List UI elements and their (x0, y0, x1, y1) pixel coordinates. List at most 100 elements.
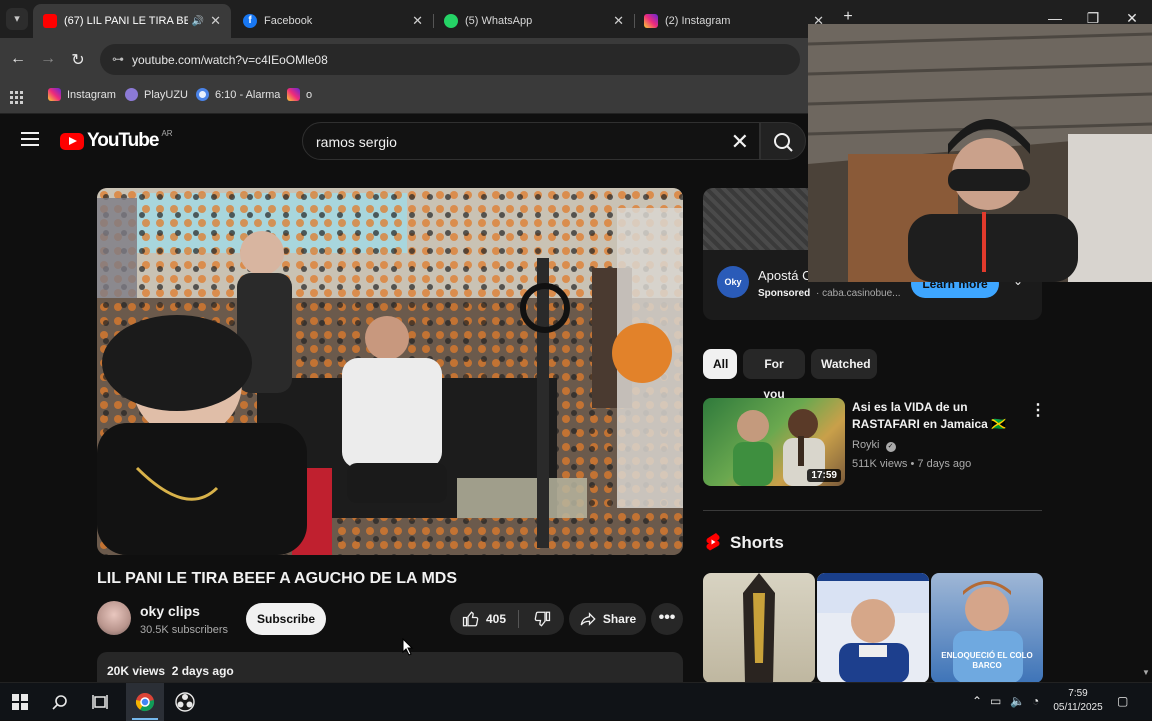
bookmark-instagram[interactable]: Instagram (48, 88, 116, 101)
webcam-image (808, 24, 1152, 282)
short-caption: ENLOQUECIÓ EL COLO BARCO (941, 651, 1033, 670)
video-duration: 17:59 (807, 469, 841, 482)
system-clock[interactable]: 7:59 05/11/2025 (1050, 687, 1106, 715)
bookmark-label: PlayUZU (144, 88, 189, 101)
webcam-overlay (808, 24, 1152, 282)
notifications-icon[interactable]: ▢ (1117, 694, 1128, 708)
network-icon[interactable]: ▭ (990, 694, 1001, 708)
address-bar[interactable]: ⊶ youtube.com/watch?v=c4IEoOMle08 (100, 44, 800, 75)
whatsapp-icon (444, 14, 458, 28)
search-icon (52, 695, 67, 710)
shorts-icon (706, 533, 720, 551)
tab-youtube[interactable]: (67) LIL PANI LE TIRA BEEF A AGUCHO DE L… (33, 4, 231, 38)
youtube-wordmark: YouTube (87, 130, 159, 151)
tab-whatsapp[interactable]: (5) WhatsApp ✕ (434, 4, 634, 38)
start-button[interactable] (8, 691, 32, 713)
short-thumbnail[interactable] (817, 573, 929, 683)
video-meta: 20K views 2 days ago (107, 664, 234, 678)
recommended-thumbnail[interactable]: 17:59 (703, 398, 845, 486)
close-icon[interactable]: ✕ (412, 13, 423, 29)
recommended-meta: 511K views • 7 days ago (852, 458, 972, 470)
share-label: Share (602, 612, 637, 626)
instagram-icon (287, 88, 300, 101)
volume-icon[interactable]: 🔈 (1010, 694, 1025, 708)
search-taskbar-button[interactable] (48, 691, 72, 713)
close-icon[interactable]: ✕ (613, 13, 624, 29)
obs-taskbar-button[interactable] (173, 691, 197, 713)
country-code: AR (161, 128, 173, 138)
tab-search-button[interactable]: ▾ (6, 8, 28, 30)
ad-domain: · caba.casinobue... (816, 288, 901, 299)
channel-avatar[interactable] (97, 601, 131, 635)
tab-title: Facebook (264, 15, 313, 27)
short-thumbnail[interactable]: ENLOQUECIÓ EL COLO BARCO (931, 573, 1043, 683)
windows-taskbar: ⌃ ▭ 🔈 ◔ 7:59 05/11/2025 ▢ (0, 682, 1152, 721)
task-view-icon (92, 695, 108, 709)
wifi-icon[interactable]: ◔ (1032, 694, 1039, 708)
task-view-button[interactable] (88, 691, 112, 713)
view-count: 20K views (107, 664, 166, 678)
playuzu-icon (125, 88, 138, 101)
dislike-button[interactable] (520, 603, 564, 635)
scroll-down-arrow-icon[interactable]: ▼ (1142, 668, 1150, 677)
bookmark-playuzu[interactable]: PlayUZU (125, 88, 188, 101)
youtube-icon (43, 14, 57, 28)
channel-name[interactable]: oky clips (140, 603, 200, 619)
like-count: 405 (485, 612, 507, 626)
chip-all[interactable]: All (703, 349, 737, 379)
pill-divider (518, 610, 519, 628)
share-icon (580, 612, 596, 626)
bookmark-o[interactable]: o (287, 88, 312, 101)
youtube-play-icon (60, 132, 84, 150)
clear-search-icon[interactable]: ✕ (731, 129, 749, 155)
reload-button[interactable]: ↻ (68, 50, 88, 70)
verified-icon: ✓ (885, 442, 896, 452)
video-player[interactable] (97, 188, 683, 555)
mouse-cursor-icon (402, 638, 414, 656)
chrome-taskbar-button[interactable] (133, 691, 157, 713)
recommended-channel-name: Royki (852, 439, 880, 451)
tab-title: (5) WhatsApp (465, 15, 533, 27)
search-input[interactable]: ramos sergio ✕ (302, 122, 760, 160)
like-button[interactable]: 405 (450, 603, 518, 635)
upload-age: 2 days ago (171, 664, 234, 678)
video-frame (97, 188, 683, 555)
forward-button[interactable]: → (38, 50, 58, 68)
ad-title: Apostá C (758, 268, 812, 283)
recommended-channel[interactable]: Royki ✓ (852, 439, 896, 452)
back-button[interactable]: ← (8, 50, 28, 68)
short-image (743, 573, 775, 683)
video-title: LIL PANI LE TIRA BEEF A AGUCHO DE LA MDS (97, 570, 457, 587)
bookmark-label: o (306, 88, 313, 101)
search-icon (774, 133, 793, 152)
tab-facebook[interactable]: f Facebook ✕ (233, 4, 433, 38)
advertiser-logo: Oky (717, 266, 749, 298)
show-hidden-icons-chevron-icon[interactable]: ⌃ (972, 694, 982, 708)
speaker-icon[interactable]: 🔊 (192, 16, 204, 27)
more-actions-button[interactable]: ••• (651, 603, 683, 635)
tab-instagram[interactable]: (2) Instagram ✕ (634, 4, 834, 38)
short-thumbnail[interactable] (703, 573, 815, 683)
subscribe-button[interactable]: Subscribe (246, 603, 326, 635)
share-button[interactable]: Share (569, 603, 646, 635)
site-info-icon[interactable]: ⊶ (112, 52, 124, 66)
chip-watched[interactable]: Watched (811, 349, 877, 379)
close-icon[interactable]: ✕ (210, 13, 221, 29)
obs-icon (175, 692, 195, 712)
recommended-title[interactable]: Asi es la VIDA de un RASTAFARI en Jamaic… (852, 399, 1027, 433)
apps-grid-icon[interactable] (10, 91, 23, 104)
like-dislike-group: 405 (450, 603, 564, 635)
search-button[interactable] (760, 122, 806, 160)
menu-icon[interactable] (21, 132, 39, 146)
youtube-logo[interactable]: YouTube AR (60, 128, 173, 152)
recommended-views: 511K views (852, 458, 908, 470)
ad-sponsored-label: Sponsored (758, 288, 811, 299)
url-text: youtube.com/watch?v=c4IEoOMle08 (132, 53, 328, 67)
more-vertical-icon[interactable]: ⋮ (1030, 400, 1046, 420)
chip-for-you[interactable]: For you (743, 349, 805, 401)
bookmark-alarm[interactable]: 6:10 - Alarma (196, 88, 280, 101)
bookmark-label: 6:10 - Alarma (215, 88, 281, 101)
facebook-icon: f (243, 14, 257, 28)
alarm-icon (196, 88, 209, 101)
bookmark-label: Instagram (67, 88, 116, 101)
